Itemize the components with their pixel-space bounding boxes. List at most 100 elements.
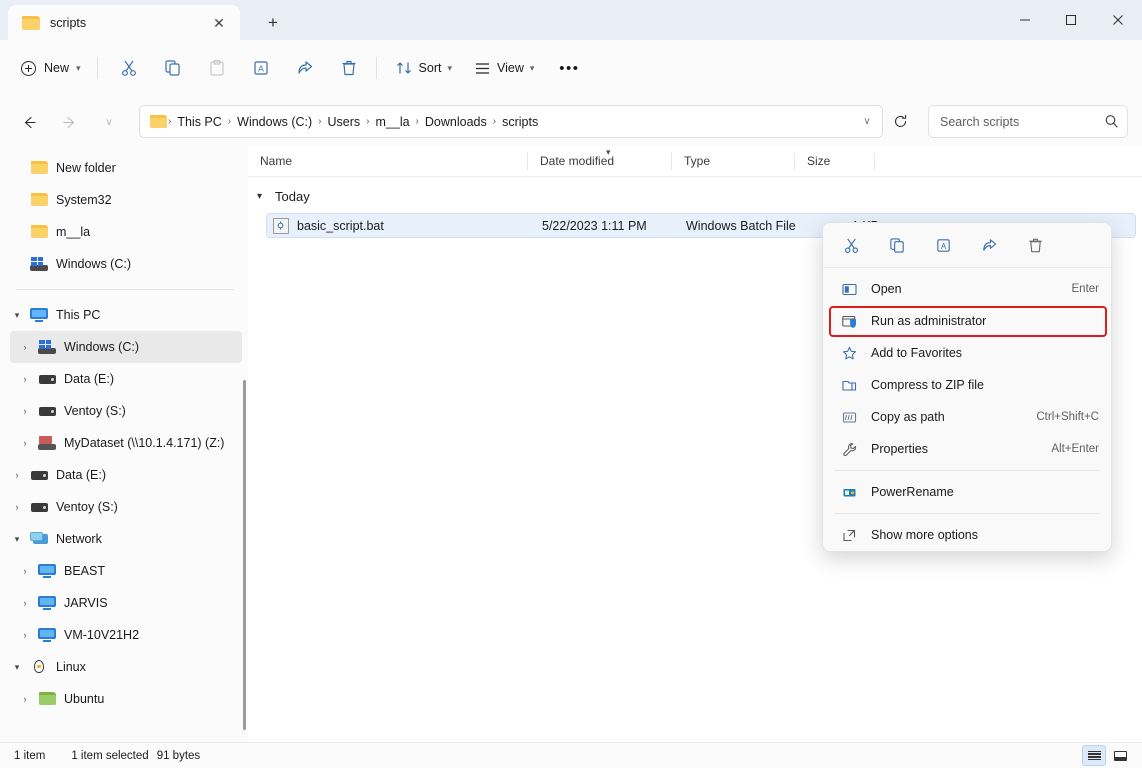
sidebar-item-ventoy-s-root[interactable]: › Ventoy (S:) (2, 491, 242, 523)
chevron-right-icon[interactable]: › (14, 438, 36, 448)
copy-icon (889, 237, 904, 253)
search-box[interactable] (928, 105, 1128, 138)
sidebar-item-system32[interactable]: › System32 (2, 184, 242, 216)
back-button[interactable] (14, 107, 44, 137)
cut-button[interactable] (831, 229, 871, 261)
chevron-right-icon[interactable]: › (14, 694, 36, 704)
sidebar-item-m-la[interactable]: › m__la (2, 216, 242, 248)
windows-drive-icon (28, 257, 50, 271)
drive-icon (28, 470, 50, 480)
rename-icon: A (936, 238, 950, 252)
sidebar-item-ventoy-s[interactable]: › Ventoy (S:) (10, 395, 242, 427)
chevron-down-icon[interactable]: ▾ (257, 191, 273, 202)
sidebar-item-windows-c[interactable]: › Windows (C:) (10, 331, 242, 363)
sidebar-item-linux[interactable]: ▾ Linux (2, 651, 242, 683)
chevron-right-icon: › (6, 195, 28, 205)
large-icons-view-button[interactable] (1108, 745, 1132, 766)
copy-path-icon (839, 410, 859, 425)
column-header-name[interactable]: Name (248, 146, 528, 177)
sidebar-item-beast[interactable]: › BEAST (10, 555, 242, 587)
chevron-right-icon[interactable]: › (14, 374, 36, 384)
context-menu-item-copy-as-path[interactable]: Copy as path Ctrl+Shift+C (827, 401, 1107, 433)
chevron-down-icon[interactable]: ▾ (6, 534, 28, 545)
sidebar-item-network[interactable]: ▾ Network (2, 523, 242, 555)
context-menu-item-compress-to-zip-file[interactable]: Compress to ZIP file (827, 369, 1107, 401)
navigation-pane[interactable]: › New folder › System32 › m__la › Window… (0, 146, 248, 742)
chevron-right-icon[interactable]: › (14, 630, 36, 640)
breadcrumb[interactable]: › This PC › Windows (C:) › Users › m__la… (139, 105, 883, 138)
sidebar-scrollbar[interactable] (243, 380, 246, 730)
sort-button-label: Sort (418, 61, 442, 75)
copy-button[interactable] (877, 229, 917, 261)
breadcrumb-dropdown-icon[interactable]: ∨ (856, 109, 878, 135)
close-button[interactable] (1094, 0, 1142, 40)
chevron-right-icon[interactable]: › (6, 470, 28, 480)
context-menu-item-add-to-favorites[interactable]: Add to Favorites (827, 337, 1107, 369)
delete-button[interactable] (329, 51, 369, 85)
breadcrumb-item-downloads[interactable]: Downloads (420, 112, 492, 132)
breadcrumb-item-m-la[interactable]: m__la (371, 112, 415, 132)
breadcrumb-separator: › (366, 116, 370, 127)
context-menu-item-powerrename[interactable]: PowerRename (827, 476, 1107, 508)
sidebar-item-windows-c-quick[interactable]: › Windows (C:) (2, 248, 242, 280)
recent-locations-button[interactable]: ∨ (94, 107, 124, 137)
chevron-down-icon[interactable]: ▾ (6, 662, 28, 673)
pc-icon (28, 308, 50, 322)
breadcrumb-item-this-pc[interactable]: This PC (172, 112, 226, 132)
context-menu[interactable]: A Open Enter Run as administrator Add to… (822, 222, 1112, 552)
group-header-today[interactable]: ▾ Today (248, 181, 1142, 211)
context-menu-item-open[interactable]: Open Enter (827, 273, 1107, 305)
share-button[interactable] (969, 229, 1009, 261)
share-button[interactable] (285, 51, 325, 85)
sidebar-item-data-e[interactable]: › Data (E:) (10, 363, 242, 395)
column-header-date-modified[interactable]: ▾ Date modified (528, 146, 672, 177)
delete-button[interactable] (1015, 229, 1055, 261)
chevron-right-icon[interactable]: › (14, 406, 36, 416)
sidebar-item-label: Ventoy (S:) (56, 500, 118, 514)
column-header-size[interactable]: Size (795, 146, 875, 177)
status-bar: 1 item 1 item selected 91 bytes (0, 742, 1142, 768)
close-tab-icon[interactable]: ✕ (206, 10, 232, 36)
chevron-right-icon[interactable]: › (6, 502, 28, 512)
sidebar-item-jarvis[interactable]: › JARVIS (10, 587, 242, 619)
refresh-button[interactable] (886, 107, 914, 135)
view-button-label: View (497, 61, 524, 75)
view-button[interactable]: View ▾ (464, 51, 544, 85)
sort-button[interactable]: Sort ▾ (386, 51, 462, 85)
chevron-right-icon[interactable]: › (14, 598, 36, 608)
search-input[interactable] (940, 114, 1104, 129)
chevron-right-icon[interactable]: › (14, 342, 36, 352)
see-more-button[interactable]: ••• (550, 51, 588, 85)
command-toolbar: New ▾ A Sort ▾ View ▾ ••• (0, 40, 1142, 96)
breadcrumb-item-scripts[interactable]: scripts (497, 112, 543, 132)
breadcrumb-item-users[interactable]: Users (323, 112, 366, 132)
maximize-button[interactable] (1048, 0, 1094, 40)
sidebar-item-ubuntu[interactable]: › Ubuntu (10, 683, 242, 715)
tab-title: scripts (50, 15, 87, 30)
paste-button[interactable] (197, 51, 237, 85)
context-menu-item-show-more-options[interactable]: Show more options (827, 519, 1107, 551)
sidebar-item-vm-10v21h2[interactable]: › VM-10V21H2 (10, 619, 242, 651)
cut-button[interactable] (109, 51, 149, 85)
tab-scripts[interactable]: scripts ✕ (8, 5, 240, 40)
chevron-down-icon[interactable]: ▾ (6, 310, 28, 321)
sidebar-item-data-e-root[interactable]: › Data (E:) (2, 459, 242, 491)
minimize-button[interactable] (1002, 0, 1048, 40)
new-tab-button[interactable]: + (258, 9, 288, 37)
context-menu-item-run-as-administrator[interactable]: Run as administrator (827, 305, 1107, 337)
new-button[interactable]: New ▾ (14, 52, 90, 84)
sidebar-item-new-folder[interactable]: › New folder (2, 152, 242, 184)
context-menu-item-properties[interactable]: Properties Alt+Enter (827, 433, 1107, 465)
column-header-type[interactable]: Type (672, 146, 795, 177)
sidebar-item-this-pc[interactable]: ▾ This PC (2, 299, 242, 331)
more-options-icon (839, 528, 859, 543)
sidebar-item-label: This PC (56, 308, 101, 322)
details-view-button[interactable] (1082, 745, 1106, 766)
copy-button[interactable] (153, 51, 193, 85)
rename-button[interactable]: A (241, 51, 281, 85)
sidebar-item-mydataset-z[interactable]: › MyDataset (\\10.1.4.171) (Z:) (10, 427, 242, 459)
rename-button[interactable]: A (923, 229, 963, 261)
forward-button[interactable] (54, 107, 84, 137)
chevron-right-icon[interactable]: › (14, 566, 36, 576)
breadcrumb-item-windows-c[interactable]: Windows (C:) (232, 112, 317, 132)
